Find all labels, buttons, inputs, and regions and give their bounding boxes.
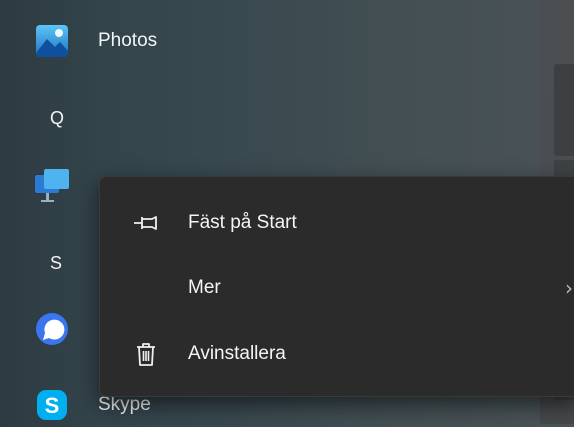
chevron-right-icon: › (565, 276, 573, 300)
background-pane (554, 64, 574, 156)
app-item-remote-desktop[interactable] (34, 167, 70, 203)
skype-icon: S (34, 387, 70, 423)
app-label: Photos (98, 30, 158, 51)
letter-header-q[interactable]: Q (50, 108, 64, 129)
remote-desktop-icon (34, 167, 70, 203)
menu-item-label: Mer (188, 277, 221, 298)
trash-icon (132, 340, 160, 368)
letter-header-s[interactable]: S (50, 253, 62, 274)
pin-icon (132, 209, 160, 237)
app-item-signal[interactable] (34, 311, 70, 347)
menu-item-label: Avinstallera (188, 343, 286, 364)
app-item-photos[interactable]: Photos (34, 23, 157, 59)
svg-text:S: S (45, 393, 60, 418)
menu-item-pin-to-start[interactable]: Fäst på Start (100, 195, 574, 251)
menu-item-uninstall[interactable]: Avinstallera (100, 326, 574, 382)
context-menu: Fäst på Start Mer › Avinstallera (99, 176, 574, 397)
app-label: Skype (98, 394, 151, 415)
menu-item-label: Fäst på Start (188, 212, 297, 233)
photos-icon (34, 23, 70, 59)
signal-icon (34, 311, 70, 347)
menu-item-more[interactable]: Mer › (100, 260, 574, 316)
